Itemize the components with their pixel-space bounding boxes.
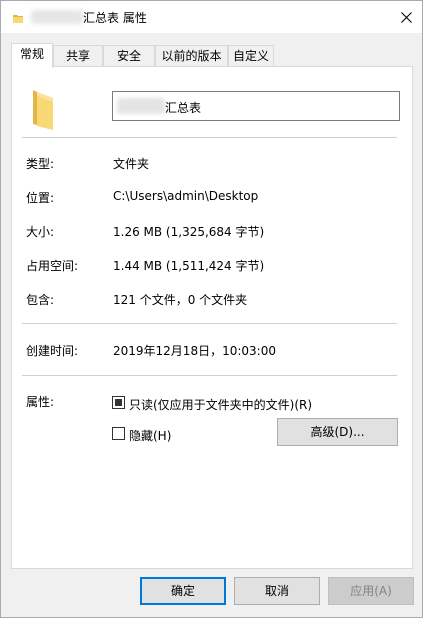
indeterminate-mark [115,399,122,406]
created-label: 创建时间: [26,344,79,358]
size-value: 1.26 MB (1,325,684 字节) [113,225,265,239]
properties-dialog: 汇总表 属性 常规 共享 安全 以前的版本 自定义 汇总表 类型: 文件夹 位置… [0,0,423,618]
divider [22,137,397,138]
close-button[interactable] [390,1,422,33]
tab-security[interactable]: 安全 [103,45,155,67]
created-value: 2019年12月18日，10:03:00 [113,344,276,358]
title-bar[interactable]: 汇总表 属性 [1,1,422,33]
divider [22,375,397,376]
type-value: 文件夹 [113,157,150,171]
attributes-label: 属性: [26,395,55,409]
folder-icon [13,12,23,23]
redacted-title-prefix [31,10,83,24]
hidden-label[interactable]: 隐藏(H) [129,427,171,444]
location-label: 位置: [26,191,55,205]
tab-previous-versions[interactable]: 以前的版本 [155,45,228,67]
advanced-button[interactable]: 高级(D)... [277,418,398,446]
contains-value: 121 个文件，0 个文件夹 [113,293,248,307]
cancel-button[interactable]: 取消 [234,577,320,605]
folder-name-value: 汇总表 [165,101,202,115]
folder-icon [31,88,57,130]
tab-sharing[interactable]: 共享 [53,45,103,67]
ok-button[interactable]: 确定 [140,577,226,605]
readonly-label[interactable]: 只读(仅应用于文件夹中的文件)(R) [129,396,312,413]
close-icon [400,11,412,23]
size-on-disk-value: 1.44 MB (1,511,424 字节) [113,259,265,273]
apply-button[interactable]: 应用(A) [328,577,414,605]
tab-customize[interactable]: 自定义 [228,45,274,67]
readonly-checkbox[interactable] [112,396,125,409]
divider [22,323,397,324]
size-on-disk-label: 占用空间: [26,259,79,273]
tab-general[interactable]: 常规 [11,43,53,68]
redacted-name-prefix [117,98,165,114]
window-title: 汇总表 属性 [83,11,147,25]
contains-label: 包含: [26,293,55,307]
general-tab-panel: 汇总表 类型: 文件夹 位置: C:\Users\admin\Desktop 大… [11,66,413,569]
hidden-checkbox[interactable] [112,427,125,440]
size-label: 大小: [26,225,55,239]
folder-name-input[interactable]: 汇总表 [112,91,400,121]
location-value: C:\Users\admin\Desktop [113,189,259,203]
type-label: 类型: [26,157,55,171]
